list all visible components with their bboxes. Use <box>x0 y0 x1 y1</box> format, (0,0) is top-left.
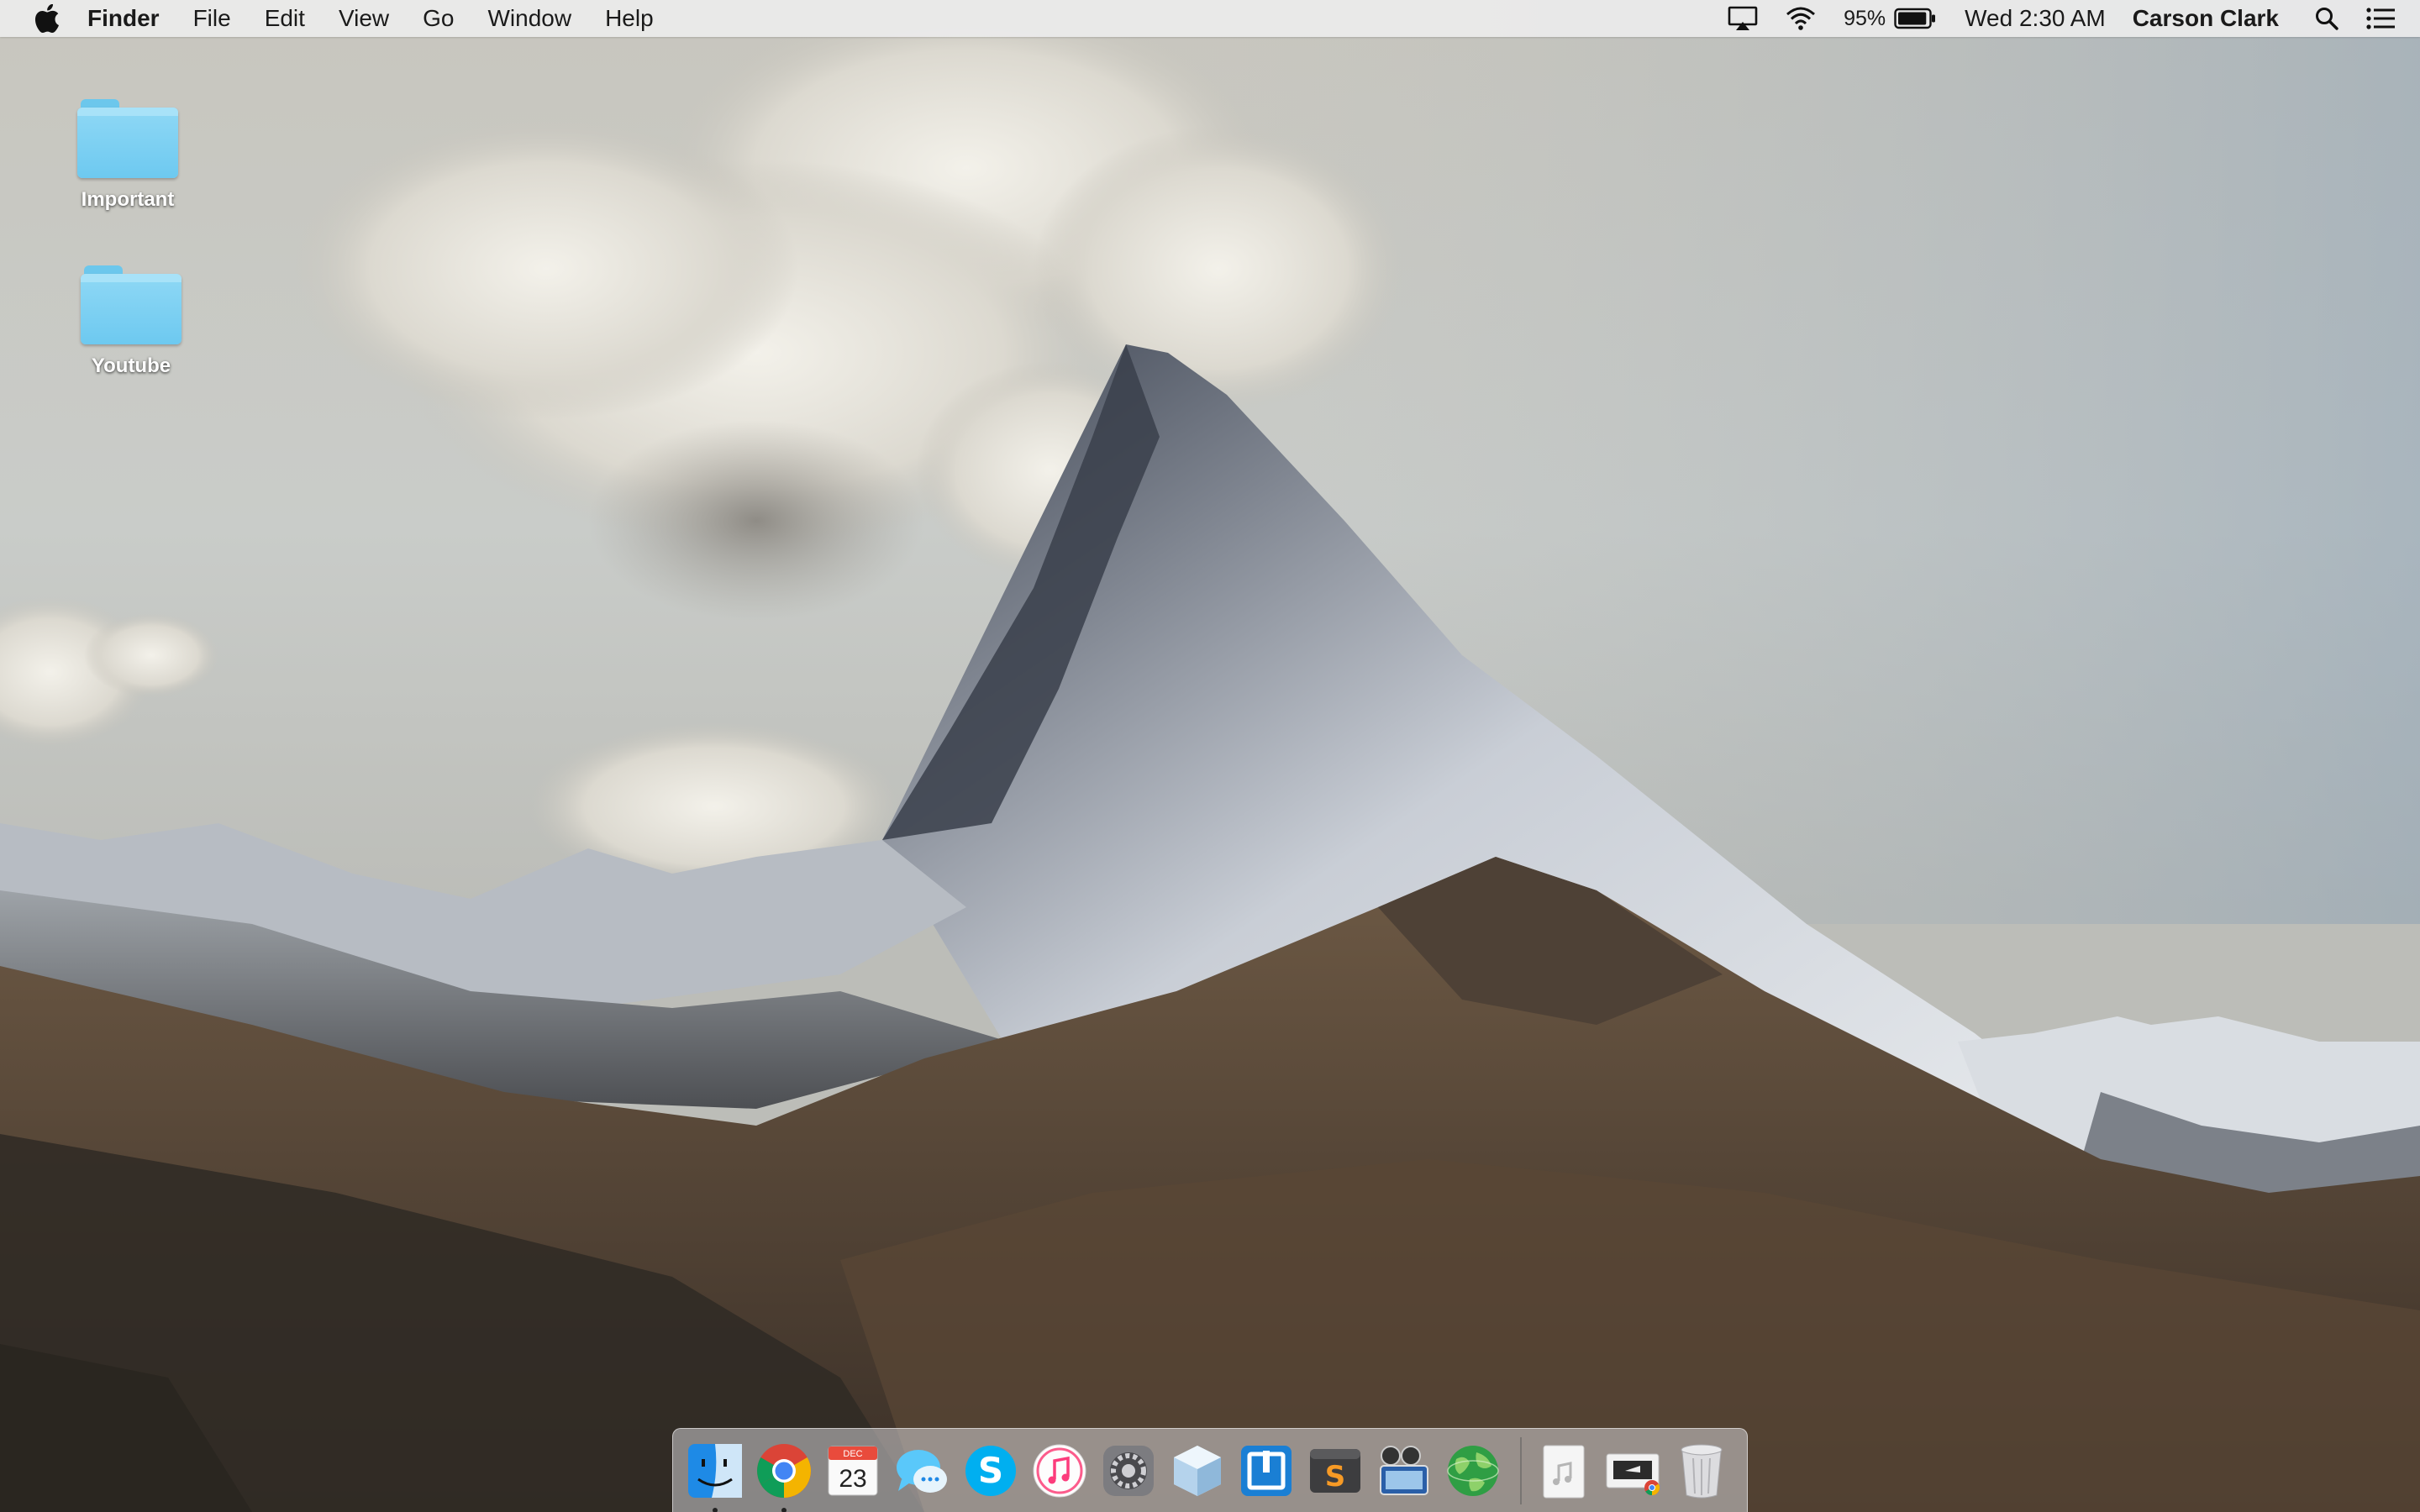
chrome-icon <box>757 1443 811 1498</box>
cube-icon <box>1174 1445 1221 1496</box>
globe-icon <box>1447 1445 1499 1496</box>
chrome-apps-icon <box>1606 1453 1660 1495</box>
menu-bar: Finder File Edit View Go Window Help 95%… <box>0 0 2420 37</box>
calendar-month: DEC <box>843 1449 862 1459</box>
dock-stack-chrome-apps[interactable] <box>1602 1441 1663 1501</box>
menu-bar-left: Finder File Edit View Go Window Help <box>0 0 671 37</box>
desktop-icon-label: Important <box>81 188 175 211</box>
battery-icon[interactable] <box>1891 0 1949 37</box>
battery-percent[interactable]: 95% <box>1830 0 1891 37</box>
music-file-icon <box>1543 1445 1585 1498</box>
dock: DEC 23 S S <box>672 1428 1748 1512</box>
notification-center-icon[interactable] <box>2353 0 2420 37</box>
menu-window[interactable]: Window <box>471 0 588 37</box>
dock-app-globe[interactable] <box>1443 1441 1503 1501</box>
desktop-folder-youtube[interactable]: Youtube <box>64 265 198 378</box>
dock-app-photo-booth[interactable] <box>1374 1441 1434 1501</box>
dock-app-finder[interactable] <box>685 1441 745 1512</box>
dock-separator <box>1520 1436 1522 1504</box>
menu-help[interactable]: Help <box>588 0 671 37</box>
menu-go[interactable]: Go <box>406 0 471 37</box>
dock-app-calendar[interactable]: DEC 23 <box>823 1441 883 1501</box>
desktop-icon-label: Youtube <box>91 354 171 377</box>
folder-icon <box>81 265 182 346</box>
menu-view[interactable]: View <box>322 0 406 37</box>
skype-icon: S <box>965 1445 1016 1496</box>
running-indicator <box>781 1507 786 1512</box>
calendar-icon: DEC 23 <box>828 1446 878 1495</box>
airplay-icon[interactable] <box>1714 0 1771 37</box>
dock-app-system-preferences[interactable] <box>1098 1441 1159 1501</box>
search-icon[interactable] <box>2301 0 2353 37</box>
calendar-day: 23 <box>839 1465 866 1493</box>
running-indicator <box>713 1507 718 1512</box>
dock-app-messages[interactable] <box>892 1441 952 1501</box>
menu-edit[interactable]: Edit <box>248 0 322 37</box>
desktop-folder-important[interactable]: Important <box>60 99 195 212</box>
wifi-icon[interactable] <box>1771 0 1830 37</box>
finder-icon <box>688 1443 742 1498</box>
dock-app-itunes[interactable] <box>1029 1441 1090 1501</box>
messages-icon <box>897 1449 947 1493</box>
photo-booth-icon <box>1380 1445 1428 1495</box>
menu-file[interactable]: File <box>176 0 248 37</box>
dock-app-sublime-text[interactable]: S <box>1305 1441 1365 1501</box>
itunes-icon <box>1033 1444 1086 1497</box>
folder-icon <box>77 99 178 180</box>
clock[interactable]: Wed 2:30 AM <box>1949 0 2119 37</box>
dock-app-cube[interactable] <box>1167 1441 1228 1501</box>
dock-stack-music[interactable] <box>1534 1441 1594 1501</box>
sublime-text-icon: S <box>1310 1448 1360 1494</box>
trash-icon <box>1681 1444 1723 1498</box>
mountain-wallpaper <box>0 0 2420 1512</box>
dock-app-chrome[interactable] <box>754 1441 814 1512</box>
sublime-glyph: S <box>1325 1460 1346 1494</box>
dock-app-skype[interactable]: S <box>960 1441 1021 1501</box>
dock-trash[interactable] <box>1671 1441 1732 1501</box>
desktop[interactable]: Finder File Edit View Go Window Help 95%… <box>0 0 2420 1512</box>
gear-icon <box>1103 1445 1154 1496</box>
skype-glyph: S <box>978 1450 1003 1491</box>
menu-app-finder[interactable]: Finder <box>71 0 176 37</box>
menu-bar-status: 95% Wed 2:30 AM Carson Clark <box>1714 0 2420 37</box>
window-app-icon <box>1241 1445 1292 1496</box>
user-name[interactable]: Carson Clark <box>2119 0 2301 37</box>
dock-app-window[interactable] <box>1236 1441 1297 1501</box>
apple-logo-icon[interactable] <box>24 0 71 37</box>
